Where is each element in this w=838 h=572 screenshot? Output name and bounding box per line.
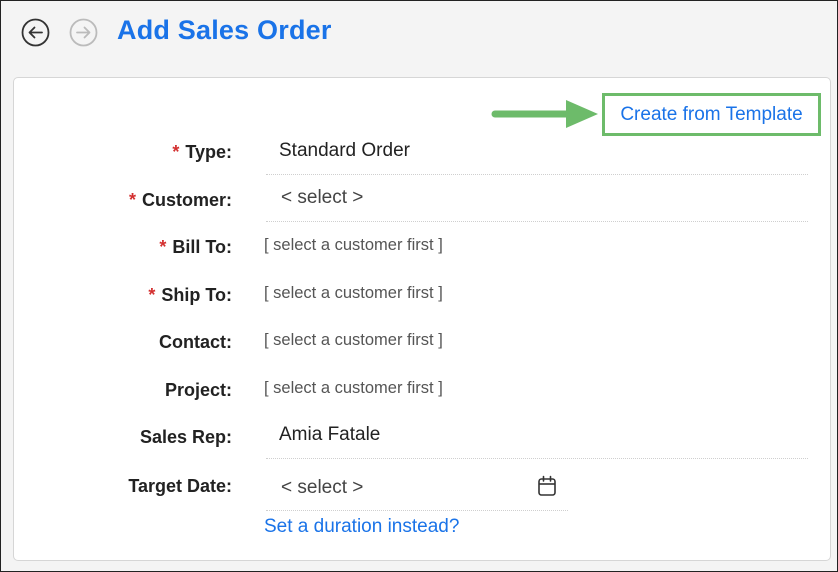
type-label: * Type: bbox=[172, 142, 232, 163]
sales-rep-label: Sales Rep: bbox=[139, 427, 232, 447]
customer-label-text: Customer: bbox=[141, 190, 232, 210]
customer-select[interactable]: < select > bbox=[266, 175, 808, 222]
calendar-icon[interactable] bbox=[537, 475, 557, 497]
required-marker: * bbox=[159, 237, 167, 257]
sales-order-form: Create from Template * Type: Standard Ord… bbox=[13, 77, 831, 561]
contact-label: Contact: bbox=[159, 332, 232, 352]
green-arrow-right-icon bbox=[490, 98, 602, 130]
contact-hint: [ select a customer first ] bbox=[264, 331, 443, 349]
project-label: Project: bbox=[164, 380, 232, 400]
ship-to-hint: [ select a customer first ] bbox=[264, 284, 443, 302]
circle-arrow-left-icon[interactable] bbox=[21, 18, 50, 47]
bill-to-label-text: Bill To: bbox=[172, 237, 232, 257]
type-label-text: Type: bbox=[185, 142, 232, 162]
required-marker: * bbox=[148, 285, 156, 305]
set-duration-link[interactable]: Set a duration instead? bbox=[264, 516, 459, 538]
target-date-select[interactable]: < select > bbox=[266, 466, 568, 511]
circle-arrow-right-icon[interactable] bbox=[69, 18, 98, 47]
sales-rep-field[interactable]: Amia Fatale bbox=[266, 412, 808, 459]
page-title: Add Sales Order bbox=[117, 15, 332, 45]
ship-to-label-text: Ship To: bbox=[161, 285, 232, 305]
required-marker: * bbox=[128, 190, 136, 210]
app-window: Add Sales Order Create from Template * Ty… bbox=[0, 0, 838, 572]
page-header: Add Sales Order bbox=[1, 1, 837, 65]
bill-to-label: * Bill To: bbox=[159, 237, 232, 258]
ship-to-label: * Ship To: bbox=[148, 285, 232, 306]
customer-label: * Customer: bbox=[129, 190, 232, 211]
type-field[interactable]: Standard Order bbox=[266, 128, 808, 175]
project-hint: [ select a customer first ] bbox=[264, 379, 443, 397]
target-date-label: Target Date: bbox=[128, 476, 232, 496]
bill-to-hint: [ select a customer first ] bbox=[264, 236, 443, 254]
required-marker: * bbox=[172, 142, 180, 162]
